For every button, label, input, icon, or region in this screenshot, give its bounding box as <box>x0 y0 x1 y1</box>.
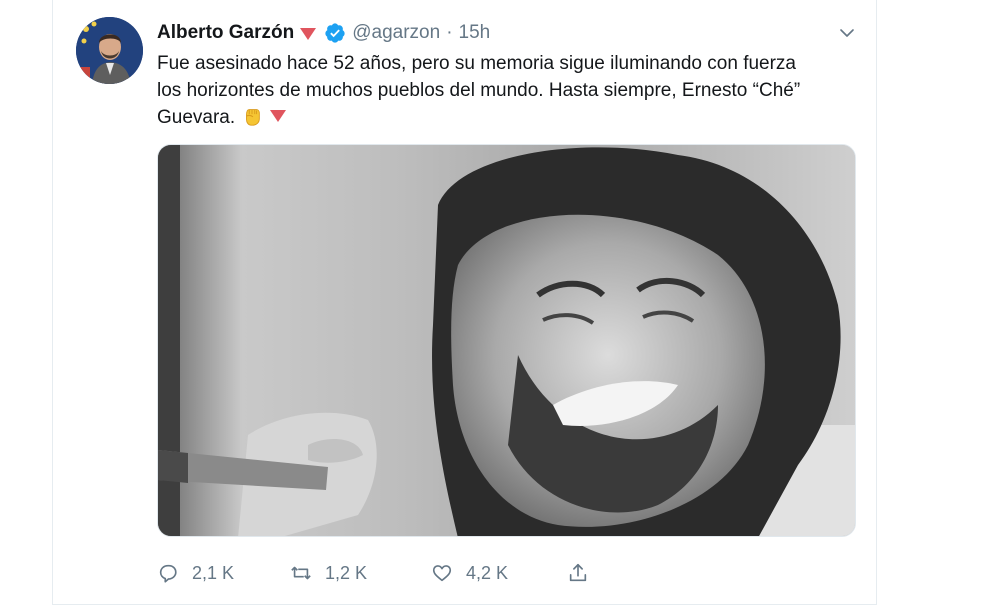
verified-badge-icon <box>325 23 345 43</box>
reply-count: 2,1 K <box>192 562 235 583</box>
like-button[interactable]: 4,2 K <box>431 558 508 588</box>
tweet-actions: 2,1 K 1,2 K 4,2 K <box>157 558 857 588</box>
heart-icon <box>432 565 452 582</box>
timestamp[interactable]: 15h <box>459 22 491 44</box>
red-triangle-flag-icon <box>270 110 287 122</box>
tweet-photo[interactable] <box>157 144 856 537</box>
avatar-image <box>76 17 143 84</box>
tweet-header: Alberto Garzón @agarzon · 15h <box>157 20 490 46</box>
tweet-text-line: Guevara. <box>157 107 236 128</box>
reply-icon <box>159 564 177 583</box>
tweet-text-line: los horizontes de muchos pueblos del mun… <box>157 80 801 101</box>
user-handle[interactable]: @agarzon <box>352 22 440 44</box>
tweet-photo-image <box>158 145 855 536</box>
retweet-button[interactable]: 1,2 K <box>290 558 367 588</box>
share-icon <box>569 563 587 582</box>
chevron-down-icon[interactable] <box>838 24 856 42</box>
separator-dot: · <box>446 22 453 43</box>
tweet-text-line-last: Guevara. <box>157 104 857 131</box>
display-name[interactable]: Alberto Garzón <box>157 22 294 44</box>
reply-button[interactable]: 2,1 K <box>157 558 234 588</box>
retweet-icon <box>291 566 311 580</box>
tweet-text-line: Fue asesinado hace 52 años, pero su memo… <box>157 53 796 74</box>
raised-fist-icon <box>246 109 260 126</box>
tweet-card[interactable]: Alberto Garzón @agarzon · 15h Fue asesin… <box>52 0 877 605</box>
tweet-text: Fue asesinado hace 52 años, pero su memo… <box>157 50 857 131</box>
avatar[interactable] <box>76 17 143 84</box>
retweet-count: 1,2 K <box>325 562 368 583</box>
like-count: 4,2 K <box>466 562 509 583</box>
red-triangle-flag-icon <box>300 28 317 40</box>
share-button[interactable] <box>567 558 589 588</box>
